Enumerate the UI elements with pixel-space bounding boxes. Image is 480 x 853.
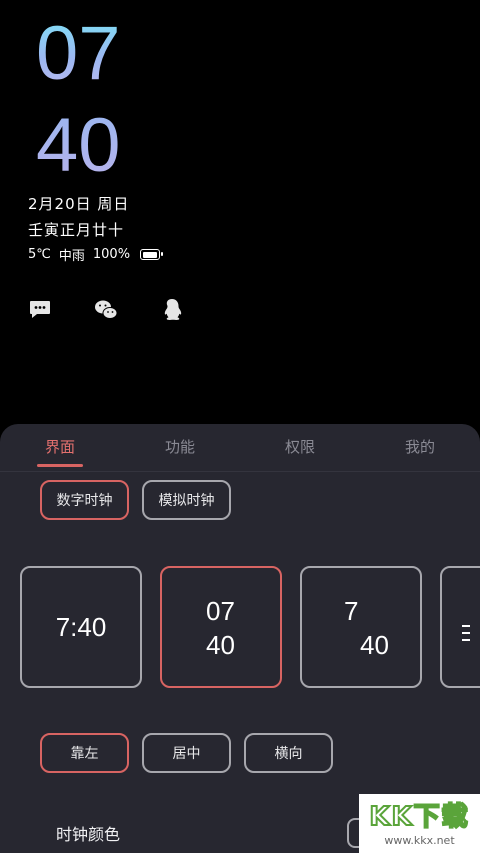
align-horizontal-button[interactable]: 横向 (244, 733, 333, 773)
digital-clock-button[interactable]: 数字时钟 (40, 480, 129, 520)
temperature-text: 5℃ (28, 247, 51, 262)
weather-row: 5℃ 中雨 100% (28, 245, 164, 264)
settings-sheet: 界面 功能 权限 我的 数字时钟 模拟时钟 7:40 07 40 7 40 靠左… (0, 424, 480, 853)
tab-mine[interactable]: 我的 (390, 436, 450, 457)
clock-style-hour: 07 (206, 596, 235, 626)
watermark: KK下载 www.kkx.net (359, 794, 480, 853)
clock-hour: 07 (36, 11, 121, 96)
wechat-icon (94, 298, 118, 322)
clock-style-option-4[interactable] (440, 566, 480, 688)
message-icon (28, 298, 52, 322)
battery-text: 100% (92, 247, 131, 262)
clock-color-title: 时钟颜色 (56, 825, 121, 844)
clock-style-glyph (462, 625, 470, 641)
date-text: 2月20日 周日 (28, 195, 130, 213)
clock-style-option-2[interactable]: 07 40 (160, 566, 282, 688)
clock-style-option-1[interactable]: 7:40 (20, 566, 142, 688)
qq-icon (160, 298, 184, 322)
notification-icons (28, 298, 226, 322)
tab-permissions[interactable]: 权限 (270, 436, 330, 457)
active-tab-indicator (37, 464, 83, 467)
tab-interface[interactable]: 界面 (30, 436, 90, 457)
clock-style-hour: 7 (344, 596, 359, 626)
tab-bar: 界面 功能 权限 我的 (0, 424, 480, 472)
clock-style-text: 7:40 (55, 612, 107, 642)
weather-text: 中雨 (58, 249, 85, 264)
clock-minute: 40 (36, 103, 121, 188)
battery-icon (140, 249, 164, 260)
tab-functions[interactable]: 功能 (150, 436, 210, 457)
clock-style-option-3[interactable]: 7 40 (300, 566, 422, 688)
watermark-logo: KK下载 (368, 801, 470, 833)
lunar-date-text: 壬寅正月廿十 (28, 221, 125, 239)
watermark-url: www.kkx.net (384, 834, 455, 847)
align-center-button[interactable]: 居中 (142, 733, 231, 773)
align-left-button[interactable]: 靠左 (40, 733, 129, 773)
clock-style-minute: 40 (206, 630, 235, 660)
analog-clock-button[interactable]: 模拟时钟 (142, 480, 231, 520)
clock-style-minute: 40 (360, 630, 389, 660)
